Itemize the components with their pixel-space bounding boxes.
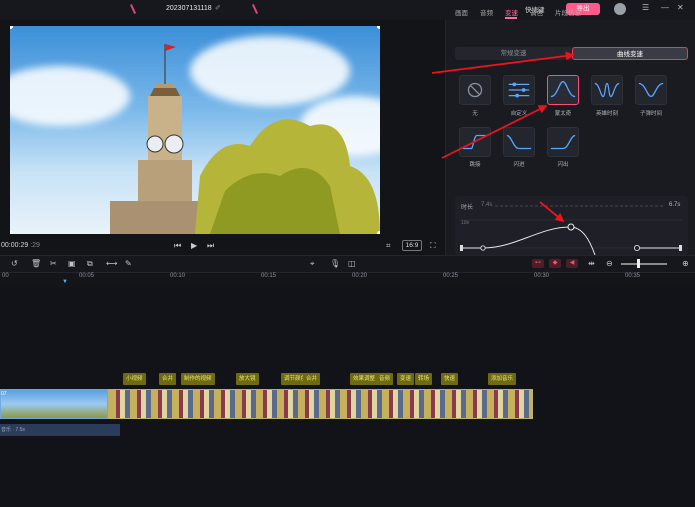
annotation-arrows	[431, 51, 575, 223]
app-window: 20230713111​8 ✐ 快捷键 导出 ☰ — ✕ 00:00:29 :2…	[0, 0, 695, 507]
